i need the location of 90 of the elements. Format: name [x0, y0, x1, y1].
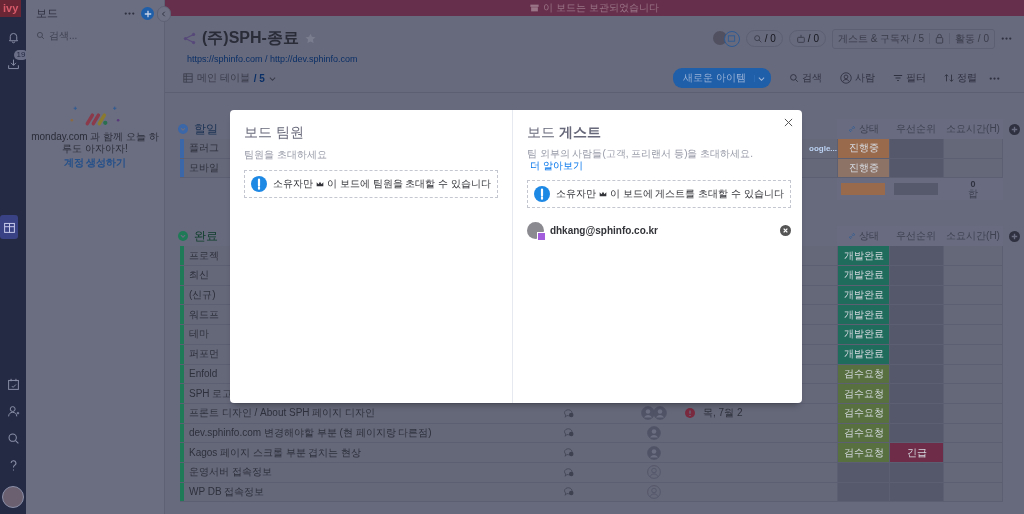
- learn-more-link[interactable]: 더 알아보기: [529, 160, 583, 171]
- bell-icon[interactable]: [6, 31, 20, 44]
- create-account-link[interactable]: 계정 생성하기: [36, 156, 154, 170]
- guest-avatar: [526, 222, 544, 239]
- person-avatar-icon[interactable]: [647, 425, 661, 440]
- group-title[interactable]: 완료: [194, 227, 218, 245]
- members-title: 보드 팀원: [244, 124, 305, 142]
- status-label[interactable]: 검수요청: [837, 364, 889, 385]
- priority-label[interactable]: 긴급: [889, 443, 943, 463]
- person-avatar-icon[interactable]: [641, 406, 655, 421]
- comment-icon[interactable]: [563, 466, 575, 478]
- guest-email: dhkang@sphinfo.co.kr: [549, 225, 659, 236]
- status-label[interactable]: 개발완료: [837, 325, 889, 345]
- chevron-left-icon[interactable]: [161, 11, 167, 17]
- sort-icon[interactable]: [944, 73, 954, 83]
- link-text[interactable]: oogle...: [809, 143, 837, 153]
- comment-icon[interactable]: [563, 407, 575, 419]
- status-label[interactable]: 진행중: [837, 158, 889, 179]
- comment-icon[interactable]: [563, 486, 575, 498]
- add-button[interactable]: [141, 7, 154, 20]
- lock-icon[interactable]: [929, 33, 951, 44]
- status-label[interactable]: 개발완료: [837, 344, 889, 365]
- more-icon[interactable]: [124, 12, 135, 15]
- board-view-button[interactable]: [0, 215, 18, 239]
- archive-icon: [530, 4, 540, 12]
- notice-text: 이 보드에 팀원을 초대할 수 있습니다: [327, 177, 491, 191]
- guests-subtitle: 팀 외부의 사람들(고객, 프리랜서 등)을 초대하세요.: [526, 148, 753, 159]
- robot-icon[interactable]: [795, 33, 806, 44]
- caret-icon[interactable]: [268, 74, 276, 82]
- collapse-button[interactable]: [157, 6, 171, 22]
- notice-text: 소유자만: [273, 177, 313, 191]
- status-label[interactable]: 검수요청: [837, 403, 889, 424]
- remove-icon[interactable]: [779, 225, 791, 236]
- app-logo[interactable]: ivy: [0, 0, 22, 17]
- board-description-link[interactable]: https://sphinfo.com / http://dev.sphinfo.com: [187, 54, 1012, 64]
- more-icon[interactable]: [989, 76, 1000, 80]
- search-icon: [36, 31, 45, 40]
- sidebar-title: 보드: [36, 6, 59, 21]
- member-avatar[interactable]: [712, 30, 727, 45]
- sort-button[interactable]: 정렬: [944, 71, 977, 85]
- link-icon[interactable]: [847, 125, 856, 133]
- notice-text: 이 보드에 게스트를 초대할 수 있습니다: [609, 187, 784, 201]
- more-icon[interactable]: [1001, 37, 1012, 40]
- status-label[interactable]: 개발완료: [837, 285, 889, 306]
- crown-icon: [316, 181, 324, 187]
- hours-sum: 0: [970, 180, 976, 190]
- board-title: (주)SPH-종료: [202, 28, 299, 48]
- alert-icon: [685, 408, 695, 419]
- guest-avatar[interactable]: [723, 30, 740, 47]
- status-label[interactable]: 진행중: [837, 139, 889, 159]
- status-label[interactable]: 개발완료: [837, 266, 889, 286]
- status-label[interactable]: 검수요청: [837, 443, 889, 463]
- filter-icon[interactable]: [893, 73, 903, 83]
- item-name: (신규): [188, 288, 216, 303]
- collapse-icon[interactable]: [178, 124, 188, 134]
- exclamation-icon: [533, 186, 550, 202]
- comment-icon[interactable]: [563, 427, 575, 439]
- members-subtitle: 팀원을 초대하세요: [244, 148, 328, 162]
- item-name: WP DB 접속정보: [188, 484, 266, 499]
- share-icon[interactable]: [183, 32, 196, 45]
- item-name: Enfold: [188, 368, 218, 380]
- add-person-icon[interactable]: [6, 405, 20, 418]
- status-label[interactable]: 개발완료: [837, 305, 889, 326]
- guests-title: 보드 게스트: [526, 124, 602, 142]
- exclamation-icon: [251, 176, 267, 192]
- group-title[interactable]: 할일: [194, 120, 218, 138]
- add-column-icon[interactable]: [1009, 123, 1020, 135]
- caret-icon[interactable]: [754, 74, 765, 82]
- crown-icon: [598, 191, 607, 197]
- search-icon[interactable]: [6, 432, 20, 445]
- close-icon[interactable]: [784, 118, 793, 127]
- table-row[interactable]: WP DB 접속정보: [180, 482, 837, 503]
- search-icon[interactable]: [789, 73, 799, 83]
- person-avatar-icon[interactable]: [647, 445, 661, 460]
- person-avatar-icon[interactable]: [653, 406, 667, 421]
- calendar-check-icon[interactable]: [6, 378, 20, 391]
- status-label[interactable]: 개발완료: [837, 246, 889, 267]
- inbox-icon[interactable]: [6, 58, 20, 71]
- comment-icon[interactable]: [563, 447, 575, 459]
- notice-text: 소유자만: [555, 187, 596, 201]
- add-column-icon[interactable]: [1009, 230, 1020, 242]
- banner-text: 이 보드는 보관되었습니다: [543, 1, 659, 15]
- status-label[interactable]: 검수요청: [837, 384, 889, 404]
- status-label[interactable]: 검수요청: [837, 423, 889, 444]
- link-icon[interactable]: [847, 232, 856, 241]
- collapse-icon[interactable]: [178, 231, 188, 242]
- user-avatar[interactable]: [2, 486, 24, 508]
- table-icon[interactable]: [2, 220, 16, 234]
- person-icon[interactable]: [840, 72, 852, 84]
- new-item-button[interactable]: 새로운 아이템: [673, 68, 771, 88]
